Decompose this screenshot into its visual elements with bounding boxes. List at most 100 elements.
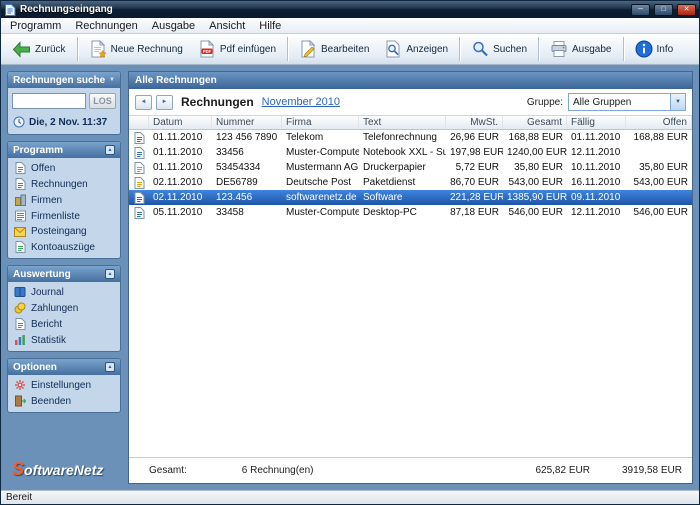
cell-mwst: 86,70 EUR [450,177,499,188]
programm-panel: Programm ▲ Offen Rechnungen Firmen Firmenli… [7,141,121,259]
menu-item-ausgabe[interactable]: Ausgabe [145,18,202,33]
sidebar-item-journal[interactable]: Journal [8,284,120,300]
sidebar-item-label: Firmenliste [31,210,80,222]
search-input[interactable] [12,93,86,109]
invoice-doc-icon [129,206,149,219]
sidebar-item-label: Firmen [31,194,63,206]
open-invoices-icon [14,162,26,174]
minimize-button[interactable]: ─ [631,3,650,16]
sidebar: Rechnungen suchen ▼ LOS Die, 2 Nov. 11:3… [7,71,121,484]
cell-gesamt: 546,00 EUR [508,207,563,218]
optionen-panel-header[interactable]: Optionen ▲ [8,359,120,375]
menu-item-hilfe[interactable]: Hilfe [252,18,288,33]
invoice-row[interactable]: 02.11.2010 DE56789 Deutsche Post Paketdiens… [129,175,692,190]
status-bar: Bereit [1,490,699,504]
invoice-doc-icon [129,191,149,204]
col-mwst[interactable]: MwSt. [446,116,503,129]
cell-datum: 02.11.2010 [153,177,203,188]
sidebar-item-kontoauszuege[interactable]: Kontoauszüge [8,239,120,255]
group-select[interactable]: Alle Gruppen ▼ [568,93,686,111]
col-text[interactable]: Text [359,116,446,129]
cell-text: Software [363,192,403,203]
prev-month-button[interactable]: ◄ [135,94,152,110]
group-filter: Gruppe: Alle Gruppen ▼ [527,93,686,111]
col-nummer[interactable]: Nummer [212,116,282,129]
close-button[interactable]: ✕ [677,3,696,16]
collapse-icon[interactable]: ▲ [105,145,115,155]
view-button[interactable]: Anzeigen [377,37,455,61]
group-label: Gruppe: [526,96,563,108]
cell-mwst: 26,96 EUR [450,132,499,143]
pdf-icon: PDF [198,40,216,58]
sidebar-item-offen[interactable]: Offen [8,160,120,176]
col-offen[interactable]: Offen [626,116,692,129]
sidebar-item-zahlungen[interactable]: Zahlungen [8,300,120,316]
programm-panel-header[interactable]: Programm ▲ [8,142,120,158]
search-go-button[interactable]: LOS [89,93,116,109]
toolbar-button-label: Bearbeiten [321,43,370,55]
search-panel-header[interactable]: Rechnungen suchen ▼ [8,72,120,88]
collapse-icon[interactable]: ▲ [105,362,115,372]
menu-item-rechnungen[interactable]: Rechnungen [68,18,144,33]
clock-icon [13,116,25,128]
next-month-button[interactable]: ► [156,94,173,110]
invoice-doc-icon [129,131,149,144]
search-button[interactable]: Suchen [464,37,534,61]
back-arrow-icon [12,40,31,58]
auswertung-panel-header[interactable]: Auswertung ▲ [8,266,120,282]
chevron-down-icon[interactable]: ▼ [109,77,115,83]
sidebar-item-posteingang[interactable]: Posteingang [8,224,120,239]
status-text: Bereit [6,492,33,503]
invoice-row[interactable]: 02.11.2010 123.456 softwarenetz.de Software… [129,190,692,205]
col-datum[interactable]: Datum [149,116,212,129]
search-panel-title: Rechnungen suchen [13,74,106,86]
new-invoice-button[interactable]: Neue Rechnung [82,37,190,61]
cell-mwst: 197,98 EUR [450,147,503,158]
cell-faellig: 10.11.2010 [571,162,621,173]
date-display[interactable]: Die, 2 Nov. 11:37 [8,113,120,134]
sidebar-item-beenden[interactable]: Beenden [8,393,120,409]
cell-faellig: 01.11.2010 [571,132,621,143]
sidebar-item-einstellungen[interactable]: Einstellungen [8,377,120,393]
invoice-row[interactable]: 01.11.2010 53454334 Mustermann AG Druckerpa… [129,160,692,175]
collapse-icon[interactable]: ▲ [105,269,115,279]
exit-icon [14,395,26,407]
sidebar-item-rechnungen[interactable]: Rechnungen [8,176,120,192]
cell-faellig: 09.11.2010 [571,192,621,203]
col-gesamt[interactable]: Gesamt [503,116,567,129]
invoice-row[interactable]: 01.11.2010 123 456 7890 Telekom Telefonrech… [129,130,692,145]
back-button[interactable]: Zurück [5,38,73,61]
content-area: Rechnungen suchen ▼ LOS Die, 2 Nov. 11:3… [1,65,699,490]
section-title: Programm [13,144,64,156]
maximize-button[interactable]: □ [654,3,673,16]
col-faellig[interactable]: Fällig [567,116,626,129]
toolbar-button-label: Ausgabe [572,43,612,55]
sidebar-item-bericht[interactable]: Bericht [8,316,120,332]
sidebar-item-firmenliste[interactable]: Firmenliste [8,208,120,224]
invoice-row[interactable]: 01.11.2010 33456 Muster-Computer Notebook X… [129,145,692,160]
optionen-items: Einstellungen Beenden [8,375,120,412]
cell-offen: 35,80 EUR [639,162,688,173]
invoice-row[interactable]: 05.11.2010 33458 Muster-Computer Desktop-PC… [129,205,692,220]
footer-count: 6 Rechnung(en) [241,465,314,476]
footer-label: Gesamt: [149,465,187,476]
settings-icon [14,379,26,391]
menu-item-programm[interactable]: Programm [3,18,68,33]
title-bar[interactable]: Rechnungseingang ─ □ ✕ [1,1,699,18]
edit-button[interactable]: Bearbeiten [292,37,376,61]
output-button[interactable]: Ausgabe [543,37,618,61]
menu-item-ansicht[interactable]: Ansicht [202,18,252,33]
col-firma[interactable]: Firma [282,116,359,129]
insert-pdf-button[interactable]: PDF Pdf einfügen [191,37,283,61]
sidebar-item-label: Kontoauszüge [31,241,95,253]
chevron-down-icon[interactable]: ▼ [670,94,685,110]
programm-items: Offen Rechnungen Firmen Firmenliste Posteing… [8,158,120,258]
section-title: Auswertung [13,268,71,280]
info-button[interactable]: Info [628,37,681,61]
period-link[interactable]: November 2010 [262,96,340,108]
cell-gesamt: 1240,00 EUR [507,147,567,158]
cell-text: Notebook XXL - Su... [363,147,446,158]
sidebar-item-statistik[interactable]: Statistik [8,332,120,348]
date-text: Die, 2 Nov. 11:37 [29,116,108,128]
sidebar-item-firmen[interactable]: Firmen [8,192,120,208]
